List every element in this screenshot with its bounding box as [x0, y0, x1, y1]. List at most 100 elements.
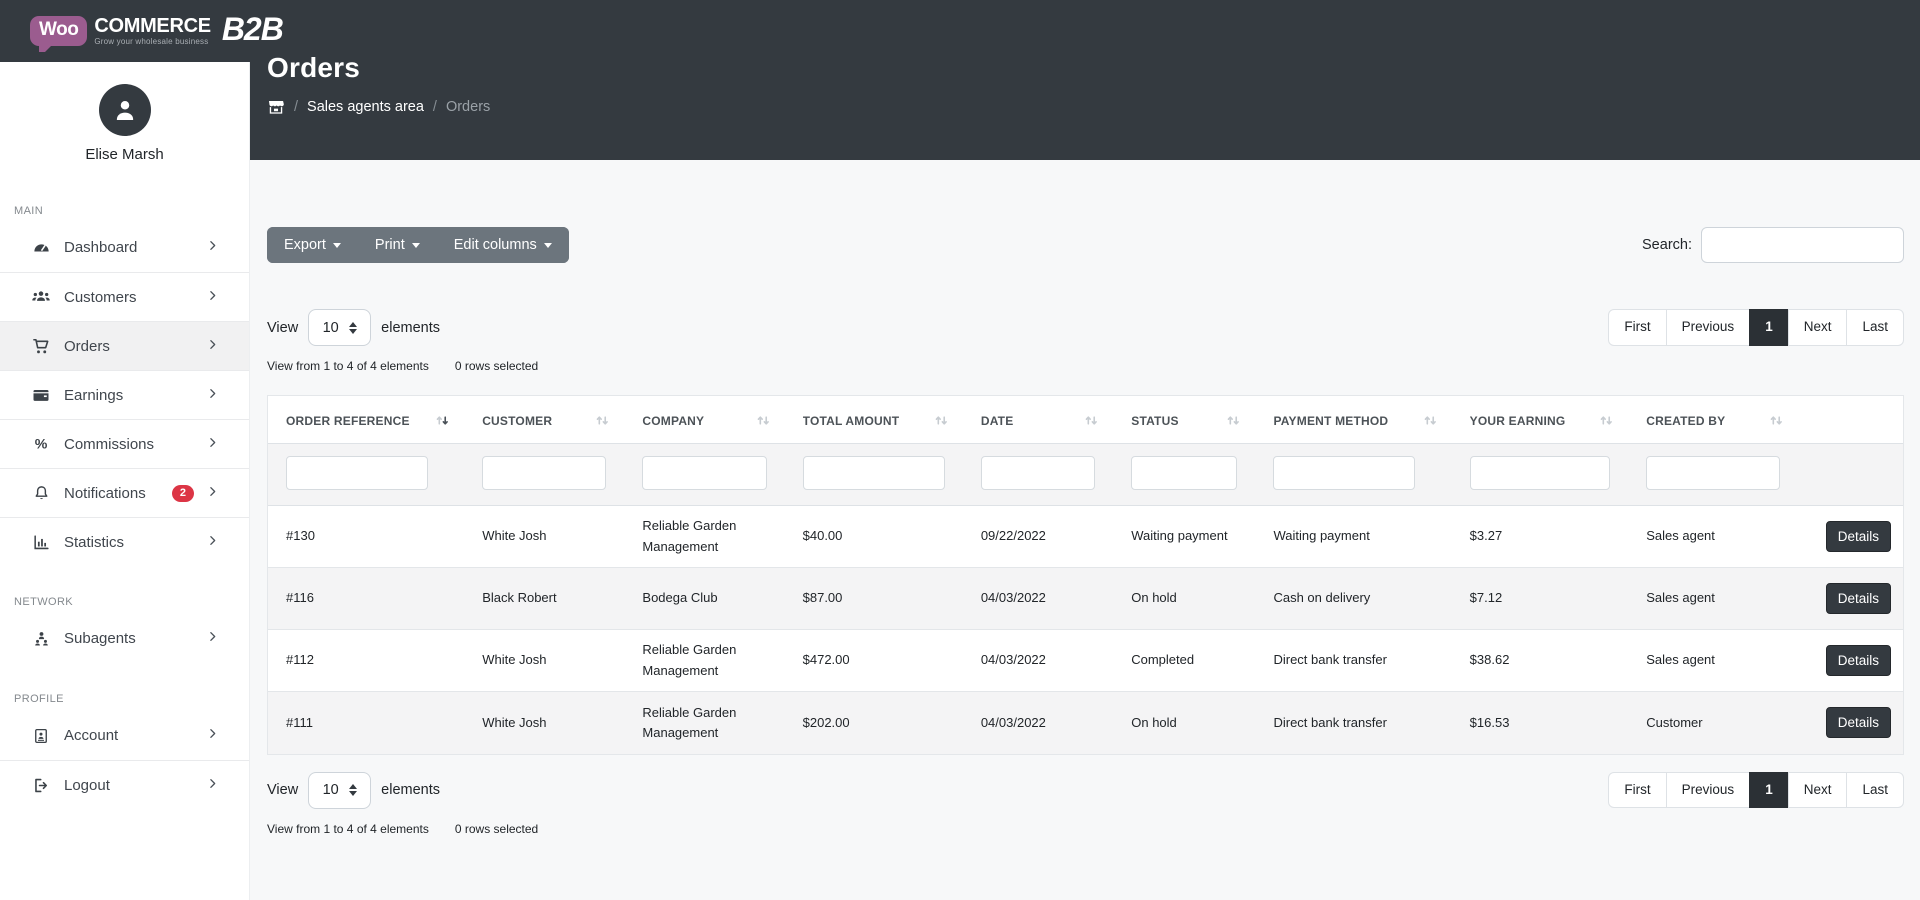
- print-button[interactable]: Print: [357, 227, 437, 263]
- sidebar-item-orders[interactable]: Orders: [0, 321, 249, 370]
- order-cell: White Josh: [464, 629, 625, 692]
- search-input[interactable]: [1701, 227, 1904, 263]
- pagination-bottom: First Previous 1 Next Last: [1608, 771, 1904, 809]
- order-cell: Reliable Garden Management: [642, 704, 737, 740]
- order-row-112: #112 White Josh Reliable Garden Management…: [268, 629, 1903, 692]
- order-cell: Customer: [1646, 714, 1703, 730]
- filter-input-total-amount[interactable]: [802, 456, 945, 490]
- details-button[interactable]: Details: [1825, 645, 1891, 676]
- chart-icon: [31, 532, 51, 552]
- commerce-wordmark: COMMERCE: [94, 15, 211, 37]
- store-icon[interactable]: [267, 98, 285, 116]
- filter-input-date[interactable]: [980, 456, 1096, 490]
- pager-previous[interactable]: Previous: [1665, 771, 1751, 809]
- sidebar-item-label: Customers: [64, 288, 137, 306]
- sort-icon: [1228, 416, 1240, 425]
- column-header-total-amount[interactable]: TOTAL AMOUNT: [784, 396, 963, 444]
- filter-input-company[interactable]: [642, 456, 767, 490]
- column-label: DATE: [980, 413, 1014, 428]
- column-label: CUSTOMER: [482, 413, 553, 428]
- column-header-customer[interactable]: CUSTOMER: [464, 396, 625, 444]
- column-header-company[interactable]: COMPANY: [624, 396, 785, 444]
- pager-next[interactable]: Next: [1787, 771, 1848, 809]
- filter-input-order-reference[interactable]: [286, 456, 428, 490]
- order-cell: Direct bank transfer: [1273, 714, 1387, 730]
- toolbar-button-group: Export Print Edit columns: [267, 227, 569, 263]
- details-button[interactable]: Details: [1825, 707, 1891, 739]
- chevron-right-icon: [206, 289, 219, 306]
- column-header-your-earning[interactable]: YOUR EARNING: [1451, 396, 1629, 444]
- brand-tagline: Grow your wholesale business: [94, 37, 209, 46]
- filter-input-payment-method[interactable]: [1273, 456, 1416, 490]
- details-button[interactable]: Details: [1825, 583, 1891, 614]
- sidebar-item-commissions[interactable]: % Commissions: [0, 419, 249, 468]
- sidebar-item-dashboard[interactable]: Dashboard: [0, 223, 249, 272]
- order-cell: Cash on delivery: [1255, 567, 1452, 630]
- pager-next[interactable]: Next: [1787, 309, 1848, 346]
- logout-icon: [31, 775, 51, 795]
- gauge-icon: [31, 238, 51, 258]
- page-length-select-bottom[interactable]: 10: [308, 771, 372, 809]
- pager-last[interactable]: Last: [1846, 771, 1904, 809]
- pager-page-1[interactable]: 1: [1749, 309, 1789, 346]
- sort-icon: [757, 416, 769, 425]
- details-button[interactable]: Details: [1825, 521, 1891, 552]
- table-info-bottom: View from 1 to 4 of 4 elements 0 rows se…: [267, 822, 1904, 836]
- sidebar-item-label: Account: [64, 727, 119, 744]
- page-length-select[interactable]: 10: [308, 309, 372, 346]
- breadcrumb-separator: /: [294, 99, 299, 115]
- chevron-right-icon: [206, 777, 219, 794]
- sidebar-item-account[interactable]: Account: [0, 711, 249, 760]
- sidebar-item-earnings[interactable]: Earnings: [0, 370, 249, 419]
- filter-input-customer[interactable]: [482, 456, 607, 490]
- stepper-arrows-icon: [348, 784, 357, 796]
- filter-input-created-by[interactable]: [1646, 456, 1781, 490]
- filter-input-your-earning[interactable]: [1469, 456, 1611, 490]
- pager-page-1[interactable]: 1: [1749, 771, 1789, 809]
- column-header-order-reference[interactable]: ORDER REFERENCE: [268, 396, 465, 444]
- filter-input-status[interactable]: [1131, 456, 1238, 490]
- column-header-date[interactable]: DATE: [962, 396, 1114, 444]
- pagination-top: First Previous 1 Next Last: [1608, 309, 1904, 346]
- edit-columns-button[interactable]: Edit columns: [436, 227, 569, 263]
- rows-selected: 0 rows selected: [454, 359, 539, 373]
- chevron-right-icon: [206, 485, 219, 502]
- sort-icon: [597, 416, 609, 425]
- table-info-summary: View from 1 to 4 of 4 elements: [267, 821, 429, 836]
- top-header-band: Woo COMMERCE Grow your wholesale busines…: [0, 0, 1920, 160]
- column-label: STATUS: [1131, 413, 1179, 428]
- pager-first[interactable]: First: [1608, 771, 1667, 809]
- chevron-right-icon: [206, 387, 219, 404]
- chevron-right-icon: [206, 436, 219, 453]
- sidebar-item-logout[interactable]: Logout: [0, 760, 249, 809]
- column-header-created-by[interactable]: CREATED BY: [1628, 396, 1799, 444]
- column-header-status[interactable]: STATUS: [1113, 396, 1256, 444]
- length-prefix: View: [267, 319, 299, 336]
- pager-first[interactable]: First: [1608, 309, 1667, 346]
- caret-down-icon: [543, 242, 552, 248]
- order-cell: Reliable Garden Management: [624, 505, 785, 568]
- order-cell: #111: [286, 714, 313, 730]
- length-prefix: View: [267, 782, 299, 798]
- column-label: ORDER REFERENCE: [286, 413, 410, 428]
- woo-logo-bubble: Woo: [30, 16, 88, 52]
- bottom-list-controls: View 10 elements First Previous 1 Next L…: [267, 771, 1904, 809]
- order-cell: $472.00: [784, 629, 963, 692]
- sidebar-item-customers[interactable]: Customers: [0, 272, 249, 321]
- order-cell: $38.62: [1451, 629, 1629, 692]
- caret-down-icon: [411, 242, 420, 248]
- sidebar-item-label: Notifications: [64, 484, 146, 502]
- sidebar-item-subagents[interactable]: Subagents: [0, 614, 249, 663]
- export-button[interactable]: Export: [267, 227, 358, 263]
- subagents-icon: [31, 629, 51, 649]
- order-cell: Sales agent: [1628, 505, 1799, 568]
- top-list-controls: View 10 elements First Previous 1 Next L…: [267, 309, 1904, 346]
- breadcrumb-sales-agents-area[interactable]: Sales agents area: [307, 99, 424, 115]
- order-cell: $87.00: [784, 567, 963, 630]
- sidebar-item-statistics[interactable]: Statistics: [0, 517, 249, 566]
- pager-last[interactable]: Last: [1846, 309, 1904, 346]
- pager-previous[interactable]: Previous: [1665, 309, 1751, 346]
- column-header-payment-method[interactable]: PAYMENT METHOD: [1255, 396, 1452, 444]
- sidebar-item-notifications[interactable]: Notifications 2: [0, 468, 249, 517]
- cart-icon: [31, 336, 51, 356]
